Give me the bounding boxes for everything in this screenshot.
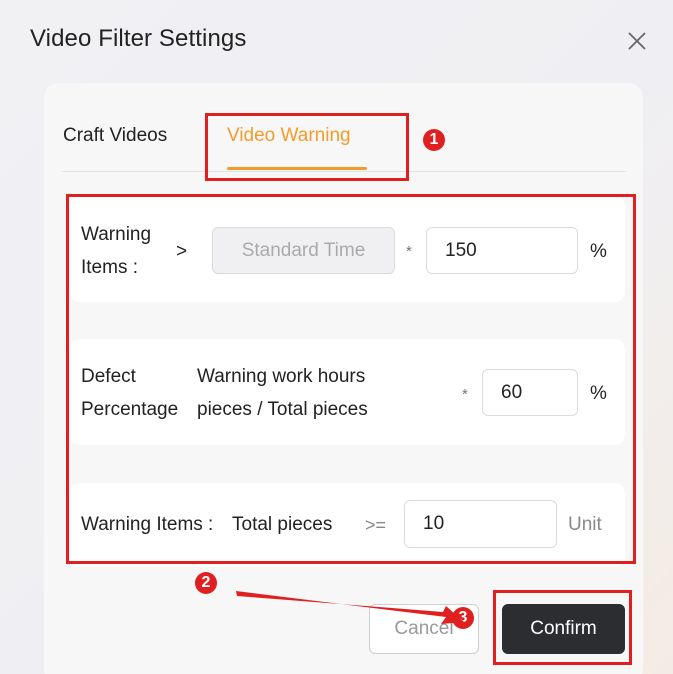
annotation-badge-2: 2 xyxy=(195,572,217,594)
video-filter-dialog: Video Filter Settings Craft Videos Video… xyxy=(0,0,673,674)
highlight-tab-box xyxy=(205,113,409,181)
annotation-badge-3: 3 xyxy=(452,607,474,629)
close-icon[interactable] xyxy=(622,26,652,56)
highlight-confirm-box xyxy=(493,590,632,665)
highlight-rows-box xyxy=(66,194,636,564)
tab-craft-videos[interactable]: Craft Videos xyxy=(63,125,167,147)
dialog-title: Video Filter Settings xyxy=(30,25,247,52)
annotation-badge-1: 1 xyxy=(423,129,445,151)
